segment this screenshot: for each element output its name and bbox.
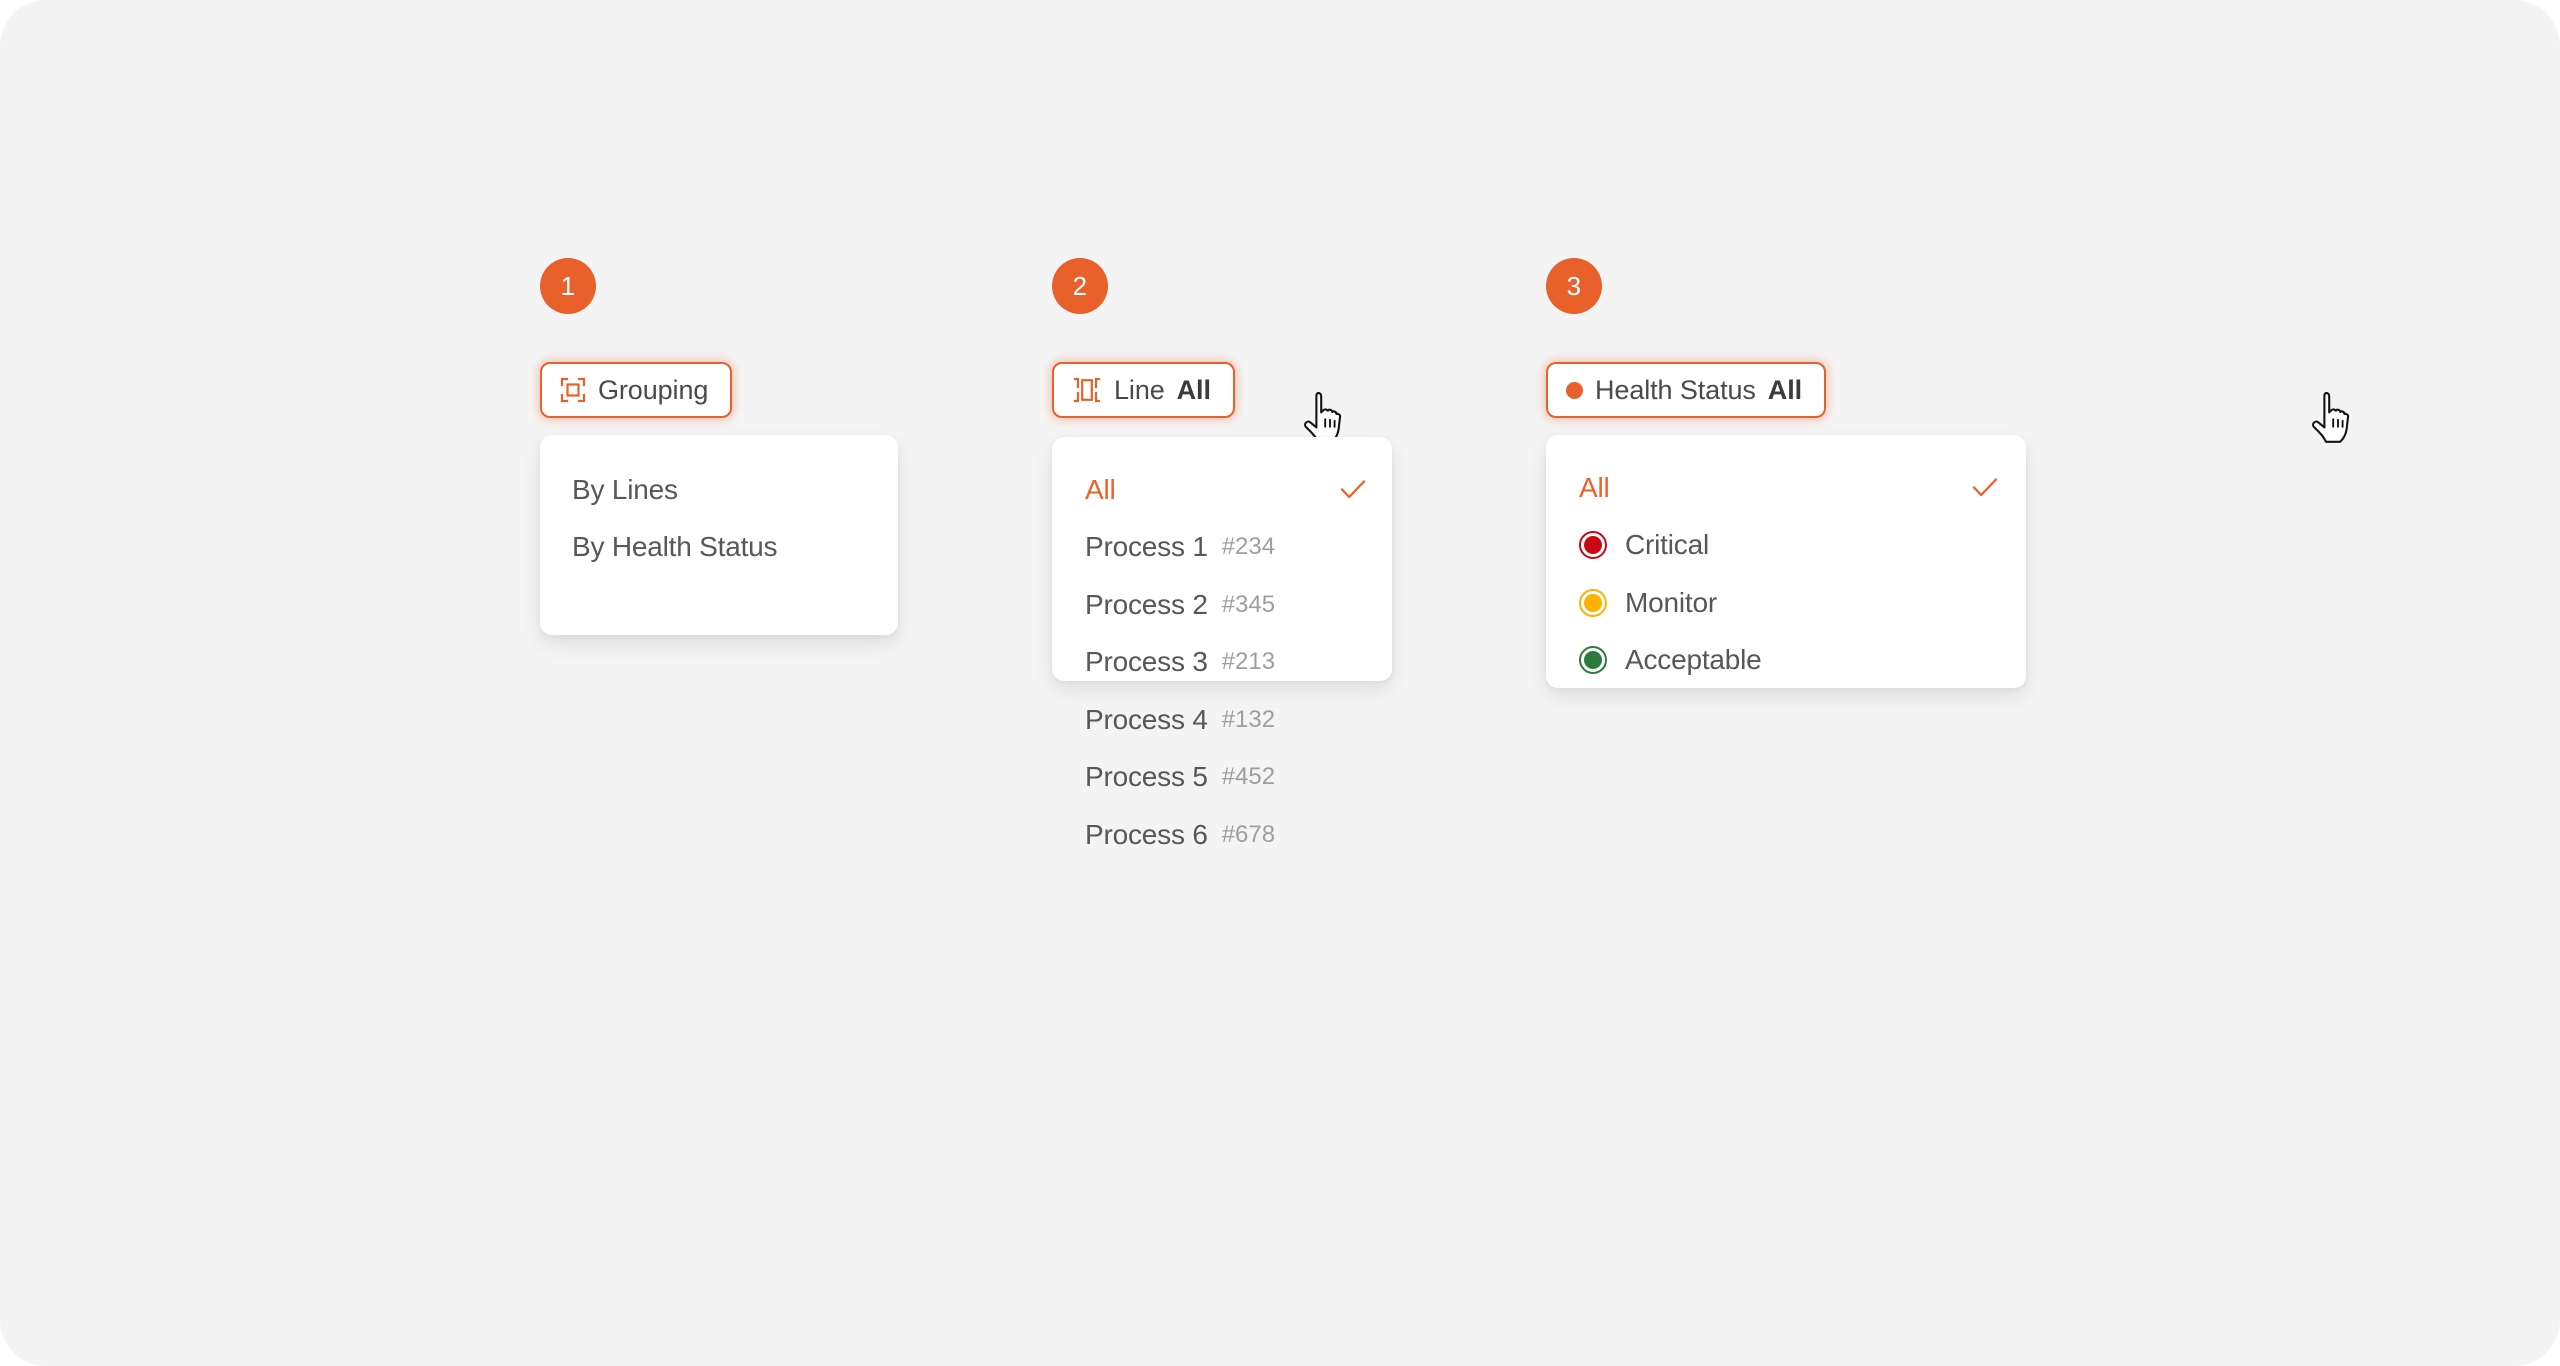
menu-item-label: All [1579,471,1610,503]
menu-item-label: Monitor [1625,586,1717,618]
menu-item-code: #678 [1221,820,1276,848]
check-icon [1338,475,1368,505]
menu-item-code: #234 [1221,533,1276,561]
menu-item-code: #132 [1221,705,1276,733]
menu-item-process-2[interactable]: Process 2 #345 [1052,576,1392,634]
screen-canvas: 1 Grouping By Lines By Health Status 2 L… [0,0,2560,1366]
production-line-icon [1072,377,1102,403]
menu-item-label: Process 1 [1085,531,1208,563]
menu-item-acceptable[interactable]: Acceptable [1546,632,2026,690]
grouping-dropdown-trigger[interactable]: Grouping [540,362,733,418]
status-dot-monitor-icon [1579,588,1607,617]
menu-item-label: Acceptable [1625,644,1762,676]
menu-item-label: Process 4 [1085,703,1208,735]
status-dot-acceptable-icon [1579,646,1607,675]
health-status-dropdown-trigger[interactable]: Health Status All [1546,362,1826,418]
menu-item-process-3[interactable]: Process 3 #213 [1052,634,1392,692]
menu-item-process-6[interactable]: Process 6 #678 [1052,806,1392,864]
step-badge-3: 3 [1546,258,1602,314]
menu-item-label: By Lines [572,473,678,505]
menu-item-all[interactable]: All [1546,459,2026,517]
menu-item-monitor[interactable]: Monitor [1546,574,2026,632]
menu-item-process-5[interactable]: Process 5 #452 [1052,749,1392,807]
line-dropdown-menu: All Process 1 #234 Process 2 #345 Proces… [1052,437,1392,850]
grouping-dropdown-menu: By Lines By Health Status [540,435,898,635]
health-status-dropdown-menu: All Critical Monitor Acceptable [1546,435,2026,688]
line-trigger-label: Line [1114,374,1165,405]
menu-item-label: All [1085,473,1116,505]
menu-item-critical[interactable]: Critical [1546,517,2026,575]
grouping-brackets-icon [560,377,586,403]
menu-item-process-4[interactable]: Process 4 #132 [1052,691,1392,749]
status-dot-icon [1566,381,1583,399]
menu-item-code: #452 [1221,763,1276,791]
menu-item-by-lines[interactable]: By Lines [540,461,898,519]
health-status-trigger-label: Health Status [1595,374,1756,405]
menu-item-process-1[interactable]: Process 1 #234 [1052,519,1392,577]
menu-item-label: Process 6 [1085,818,1208,850]
menu-item-label: Critical [1625,529,1709,561]
menu-item-all[interactable]: All [1052,461,1392,519]
menu-item-label: By Health Status [572,531,778,563]
grouping-trigger-label: Grouping [598,374,709,405]
line-dropdown-trigger[interactable]: Line All [1052,362,1235,418]
menu-item-label: Process 3 [1085,646,1208,678]
line-trigger-value: All [1176,374,1211,405]
mouse-cursor-pointer-icon [2310,391,2354,444]
step-badge-2: 2 [1052,258,1108,314]
menu-item-code: #213 [1221,648,1276,676]
step-badge-1: 1 [540,258,596,314]
menu-item-label: Process 5 [1085,761,1208,793]
status-dot-critical-icon [1579,531,1607,560]
check-icon [1970,473,2000,503]
menu-item-code: #345 [1221,590,1276,618]
menu-item-by-health-status[interactable]: By Health Status [540,519,898,577]
health-status-trigger-value: All [1767,374,1802,405]
menu-item-label: Process 2 [1085,588,1208,620]
